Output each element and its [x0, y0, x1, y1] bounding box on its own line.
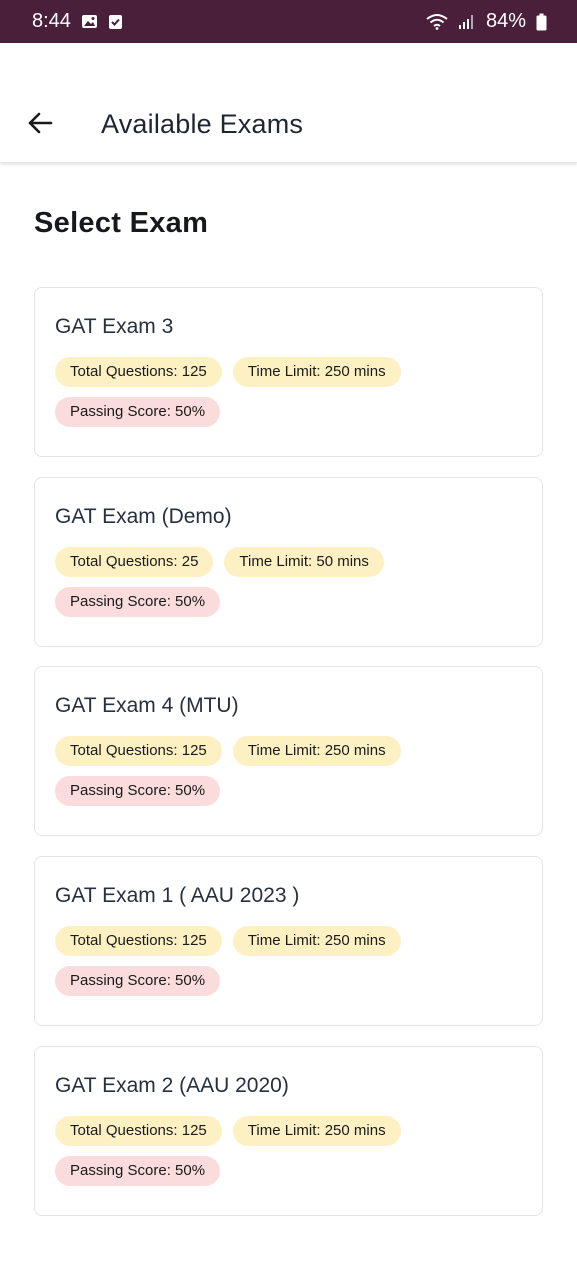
- exam-title: GAT Exam 2 (AAU 2020): [55, 1074, 289, 1097]
- time-limit-badge: Time Limit: 250 mins: [232, 1116, 401, 1146]
- exam-details: Total Questions: 25 Time Limit: 50 mins …: [55, 547, 525, 627]
- exam-details: Total Questions: 125 Time Limit: 250 min…: [55, 736, 525, 816]
- time-limit-badge: Time Limit: 50 mins: [224, 547, 384, 577]
- exam-card[interactable]: GAT Exam 4 (MTU) Total Questions: 125 Ti…: [34, 666, 543, 836]
- total-questions-badge: Total Questions: 25: [55, 547, 214, 577]
- section-heading: Select Exam: [34, 207, 209, 239]
- exam-details: Total Questions: 125 Time Limit: 250 min…: [55, 926, 525, 1006]
- exam-title: GAT Exam 3: [55, 315, 174, 338]
- image-icon: [81, 14, 98, 29]
- status-bar-left: 8:44: [32, 10, 123, 33]
- arrow-left-icon: [28, 112, 53, 134]
- passing-score-badge: Passing Score: 50%: [55, 397, 221, 427]
- status-bar: 8:44 84%: [0, 0, 577, 43]
- time-limit-badge: Time Limit: 250 mins: [232, 926, 401, 956]
- time-limit-badge: Time Limit: 250 mins: [232, 357, 401, 387]
- battery-icon: [536, 13, 547, 31]
- exam-details: Total Questions: 125 Time Limit: 250 min…: [55, 1116, 525, 1196]
- exam-title: GAT Exam (Demo): [55, 505, 232, 528]
- total-questions-badge: Total Questions: 125: [55, 357, 222, 387]
- exam-details: Total Questions: 125 Time Limit: 250 min…: [55, 357, 525, 437]
- exam-card[interactable]: GAT Exam 1 ( AAU 2023 ) Total Questions:…: [34, 856, 543, 1026]
- exam-title: GAT Exam 1 ( AAU 2023 ): [55, 884, 300, 907]
- total-questions-badge: Total Questions: 125: [55, 736, 222, 766]
- status-bar-right: 84%: [426, 10, 547, 33]
- exam-title: GAT Exam 4 (MTU): [55, 694, 239, 717]
- time-limit-badge: Time Limit: 250 mins: [232, 736, 401, 766]
- checkbox-icon: [108, 14, 123, 30]
- status-time: 8:44: [32, 10, 71, 32]
- battery-percent: 84%: [485, 10, 526, 32]
- signal-icon: [458, 14, 476, 30]
- total-questions-badge: Total Questions: 125: [55, 1116, 222, 1146]
- wifi-icon: [426, 13, 448, 30]
- exam-card[interactable]: GAT Exam (Demo) Total Questions: 25 Time…: [34, 477, 543, 647]
- passing-score-badge: Passing Score: 50%: [55, 966, 221, 996]
- total-questions-badge: Total Questions: 125: [55, 926, 222, 956]
- exam-card[interactable]: GAT Exam 3 Total Questions: 125 Time Lim…: [34, 287, 543, 457]
- back-button[interactable]: [22, 105, 58, 141]
- passing-score-badge: Passing Score: 50%: [55, 776, 221, 806]
- exam-card[interactable]: GAT Exam 2 (AAU 2020) Total Questions: 1…: [34, 1046, 543, 1216]
- passing-score-badge: Passing Score: 50%: [55, 587, 221, 617]
- app-bar: Available Exams: [0, 43, 577, 163]
- page-title: Available Exams: [101, 109, 304, 139]
- passing-score-badge: Passing Score: 50%: [55, 1156, 221, 1186]
